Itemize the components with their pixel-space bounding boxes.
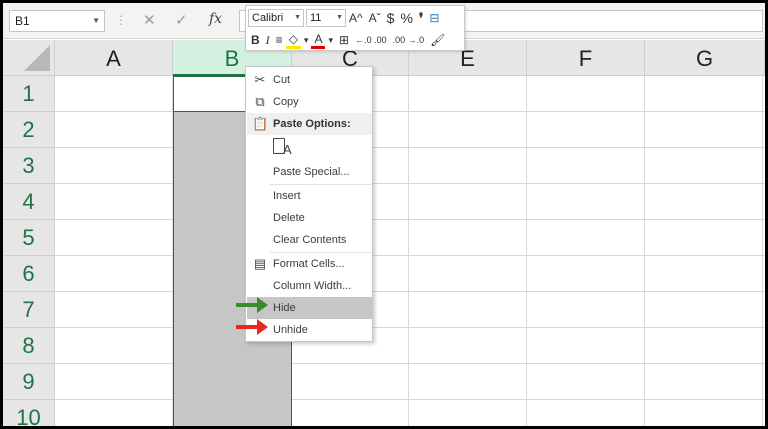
menu-item-format-cells[interactable]: ▤ Format Cells... — [247, 253, 372, 275]
menu-item-paste-special-label: Paste Special... — [273, 166, 350, 178]
format-painter-icon[interactable]: 🖌 — [427, 31, 448, 49]
paste-clipboard-icon: 📋 — [252, 116, 269, 131]
paste-values-icon[interactable]: A — [273, 137, 292, 157]
row-header-3[interactable]: 3 — [3, 148, 55, 184]
font-size-dropdown-icon: ▼ — [336, 14, 343, 21]
merge-center-icon[interactable]: ⊟ — [426, 9, 442, 27]
align-center-icon[interactable]: ≡ — [273, 31, 286, 49]
name-box-value: B1 — [15, 14, 30, 28]
paste-values-letter: A — [283, 142, 292, 157]
menu-item-column-width-label: Column Width... — [273, 280, 352, 292]
red-arrow-icon — [236, 319, 268, 335]
menu-item-cut[interactable]: ✂ Cut — [247, 69, 372, 91]
row-header-2[interactable]: 2 — [3, 112, 55, 148]
font-color-dropdown-icon[interactable]: ▾ — [325, 31, 336, 49]
currency-icon[interactable]: $ — [384, 9, 398, 27]
menu-item-delete-label: Delete — [273, 212, 305, 224]
menu-item-unhide-label: Unhide — [273, 324, 308, 336]
column-header-a[interactable]: A — [55, 40, 173, 76]
name-box[interactable]: B1 ▼ — [9, 10, 105, 32]
excel-window: B1 ▼ ⋮ ✕ ✓ fx A B C E F G 1 2 3 4 5 6 7 … — [0, 0, 768, 429]
menu-item-cut-label: Cut — [273, 74, 291, 86]
comma-style-icon[interactable]: ❜ — [416, 9, 427, 27]
format-cells-icon: ▤ — [253, 256, 267, 271]
copy-icon: ⧉ — [255, 94, 265, 109]
green-arrow-icon — [236, 297, 268, 313]
select-all-button[interactable] — [3, 40, 55, 76]
grow-font-icon[interactable]: A^ — [346, 9, 366, 27]
insert-function-icon[interactable]: fx — [209, 11, 222, 27]
row-header-8[interactable]: 8 — [3, 328, 55, 364]
font-size-value: 11 — [310, 12, 322, 24]
menu-item-format-cells-label: Format Cells... — [273, 258, 345, 270]
fill-color-icon[interactable]: ◇ — [285, 32, 301, 49]
increase-decimal-icon[interactable]: ←.0 .00 — [352, 31, 390, 49]
name-box-dropdown-icon[interactable]: ▼ — [92, 11, 100, 31]
column-header-f[interactable]: F — [527, 40, 645, 76]
select-all-triangle-icon — [24, 45, 50, 71]
row-header-1[interactable]: 1 — [3, 76, 55, 112]
scissors-icon: ✂ — [254, 72, 266, 87]
menu-item-clear-contents-label: Clear Contents — [273, 234, 347, 246]
row-header-5[interactable]: 5 — [3, 220, 55, 256]
font-name-value: Calibri — [252, 12, 284, 24]
borders-icon[interactable]: ⊞ — [336, 31, 352, 49]
row-header-7[interactable]: 7 — [3, 292, 55, 328]
enter-icon[interactable]: ✓ — [175, 11, 188, 29]
menu-item-paste-special[interactable]: Paste Special... — [247, 161, 372, 183]
percent-icon[interactable]: % — [397, 9, 415, 27]
menu-item-hide-label: Hide — [273, 302, 296, 314]
paste-options-header: 📋 Paste Options: — [247, 113, 372, 135]
row-header-6[interactable]: 6 — [3, 256, 55, 292]
menu-item-insert-label: Insert — [273, 190, 301, 202]
formula-bar-grip-icon: ⋮ — [115, 13, 127, 27]
fill-color-dropdown-icon[interactable]: ▾ — [301, 31, 312, 49]
menu-item-clear-contents[interactable]: Clear Contents — [247, 229, 372, 251]
font-name-dropdown-icon: ▼ — [294, 14, 301, 21]
decrease-decimal-icon[interactable]: .00 →.0 — [390, 31, 428, 49]
column-header-g[interactable]: G — [645, 40, 765, 76]
row-header-9[interactable]: 9 — [3, 364, 55, 400]
menu-item-copy-label: Copy — [273, 96, 299, 108]
menu-item-column-width[interactable]: Column Width... — [247, 275, 372, 297]
menu-item-insert[interactable]: Insert — [247, 185, 372, 207]
font-name-select[interactable]: Calibri ▼ — [248, 9, 304, 27]
font-color-icon[interactable]: A — [311, 32, 326, 49]
italic-button[interactable]: I — [263, 31, 273, 49]
shrink-font-icon[interactable]: Aˇ — [366, 9, 384, 27]
font-size-select[interactable]: 11 ▼ — [306, 9, 346, 27]
row-header-4[interactable]: 4 — [3, 184, 55, 220]
menu-item-copy[interactable]: ⧉ Copy — [247, 91, 372, 113]
row-header-10[interactable]: 10 — [3, 400, 55, 426]
paste-options-label: Paste Options: — [273, 118, 351, 130]
mini-toolbar: Calibri ▼ 11 ▼ A^ Aˇ $ % ❜ ⊟ B I ≡ ◇ ▾ A… — [245, 5, 465, 51]
menu-item-delete[interactable]: Delete — [247, 207, 372, 229]
cancel-icon[interactable]: ✕ — [143, 11, 156, 29]
bold-button[interactable]: B — [248, 31, 263, 49]
cell-grid[interactable] — [55, 76, 765, 426]
